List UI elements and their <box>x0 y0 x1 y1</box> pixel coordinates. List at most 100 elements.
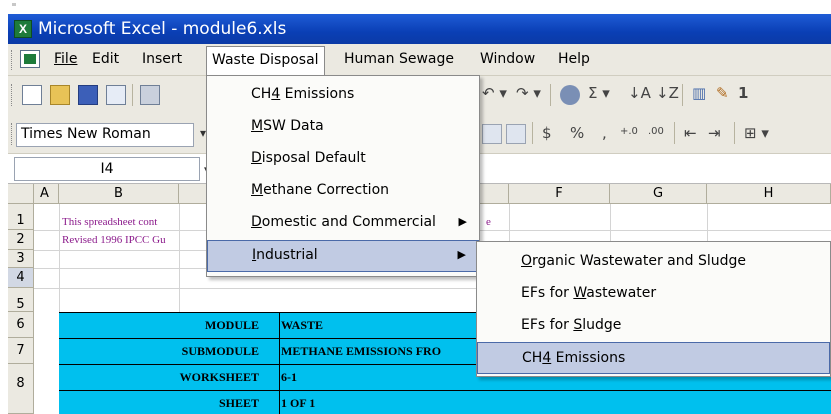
row-header-6[interactable]: 6 <box>8 312 34 338</box>
menu-item-domestic-commercial[interactable]: Domestic and Commercial ▶ <box>207 208 479 240</box>
menu-item-methane-correction[interactable]: Methane Correction <box>207 176 479 208</box>
menu-item-ch4-emissions[interactable]: CH4 Emissions <box>207 80 479 112</box>
increase-decimal-icon[interactable]: +.0 <box>620 126 638 137</box>
excel-app-icon[interactable]: X <box>14 20 32 38</box>
column-header-f[interactable]: F <box>509 184 610 204</box>
menu-file-label: File <box>54 51 78 67</box>
submenu-item-ch4-emissions[interactable]: CH4 Emissions <box>477 342 830 374</box>
autosum-icon[interactable]: Σ ▾ <box>588 84 610 102</box>
row-header-5[interactable]: 5 <box>8 288 34 312</box>
decrease-decimal-icon[interactable]: .00 <box>648 126 664 137</box>
percent-icon[interactable]: % <box>570 124 584 142</box>
menu-insert[interactable]: Insert <box>142 51 182 67</box>
submenu-item-efs-sludge-post: ludge <box>582 317 622 333</box>
redo-icon[interactable]: ↷ ▾ <box>516 84 541 102</box>
submenu-item-organic-wastewater-sludge[interactable]: Organic Wastewater and Sludge <box>477 246 830 278</box>
row-header-2[interactable]: 2 <box>8 230 34 250</box>
workbook-icon[interactable] <box>20 50 40 68</box>
name-box[interactable]: I4 <box>14 157 200 181</box>
column-header-b[interactable]: B <box>59 184 179 204</box>
cell-b1-overflow-text: e <box>486 216 491 228</box>
permission-icon[interactable] <box>106 85 126 105</box>
toolbar-grip-handle[interactable] <box>11 84 14 106</box>
submenu-item-efs-wastewater[interactable]: EFs for Wastewater <box>477 278 830 310</box>
sort-ascending-icon[interactable]: ↓A <box>628 84 651 102</box>
menu-edit[interactable]: Edit <box>92 51 119 67</box>
menu-item-industrial-post: ndustrial <box>256 247 318 263</box>
formatting-grip-handle[interactable] <box>11 123 14 145</box>
menu-item-ch4-emissions-key: 4 <box>271 86 281 102</box>
menu-waste-disposal-label: Waste Disposal <box>212 52 319 68</box>
menu-item-domestic-commercial-post: omestic and Commercial <box>261 214 436 230</box>
menu-item-disposal-default-post: isposal Default <box>261 150 366 166</box>
submenu-item-efs-sludge[interactable]: EFs for Sludge <box>477 310 830 342</box>
toolbar-separator <box>550 84 551 106</box>
menu-window[interactable]: Window <box>480 51 535 67</box>
worksheet-value[interactable]: 6-1 <box>281 370 297 385</box>
sort-descending-icon[interactable]: ↓Z <box>656 84 679 102</box>
menu-edit-label: Edit <box>92 51 120 67</box>
menu-waste-disposal[interactable]: Waste Disposal <box>206 46 325 76</box>
menu-item-methane-correction-key: M <box>251 182 264 198</box>
menu-item-ch4-emissions-post: Emissions <box>280 86 355 102</box>
module-value[interactable]: WASTE <box>281 318 323 333</box>
submenu-item-ch4-post: Emissions <box>551 350 626 366</box>
submodule-value[interactable]: METHANE EMISSIONS FRO <box>281 344 441 359</box>
font-name-select[interactable]: Times New Roman <box>16 123 194 147</box>
toolbar-separator <box>734 122 735 144</box>
open-folder-icon[interactable] <box>50 85 70 105</box>
menu-grip-handle[interactable] <box>11 50 14 70</box>
drawing-icon[interactable]: ✎ <box>716 84 729 102</box>
borders-icon[interactable]: ⊞ ▾ <box>744 124 769 142</box>
print-icon[interactable] <box>140 85 160 105</box>
window-edge-mark <box>12 3 16 6</box>
menu-item-msw-data[interactable]: MSW Data <box>207 112 479 144</box>
menu-insert-label: Insert <box>142 51 183 67</box>
submenu-item-efs-sludge-pre: EFs for <box>521 317 574 333</box>
increase-indent-icon[interactable]: ⇥ <box>708 124 721 142</box>
border-line <box>59 390 831 391</box>
row-header-1[interactable]: 1 <box>8 204 34 230</box>
currency-icon[interactable]: $ <box>542 124 552 142</box>
merge-center-icon[interactable] <box>506 124 526 144</box>
submenu-item-ch4-key: 4 <box>542 350 552 366</box>
select-all-corner[interactable] <box>8 184 34 204</box>
column-header-h[interactable]: H <box>707 184 831 204</box>
menu-file[interactable]: File <box>54 51 77 67</box>
border-line <box>279 312 280 414</box>
menu-human-sewage[interactable]: Human Sewage <box>344 51 454 67</box>
column-header-g[interactable]: G <box>610 184 707 204</box>
chart-wizard-icon[interactable]: ▥ <box>692 84 706 102</box>
submenu-item-organic-key: O <box>521 253 533 269</box>
title-bar[interactable]: X Microsoft Excel - module6.xls <box>8 14 831 44</box>
submenu-item-efs-sludge-key: S <box>573 317 583 333</box>
menu-help[interactable]: Help <box>558 51 590 67</box>
module-label[interactable]: MODULE <box>205 318 259 333</box>
decrease-indent-icon[interactable]: ⇤ <box>684 124 697 142</box>
sheet-value[interactable]: 1 OF 1 <box>281 396 315 411</box>
comma-style-icon[interactable]: , <box>602 124 607 142</box>
submenu-item-efs-wastewater-pre: EFs for <box>521 285 574 301</box>
cell-b1-text[interactable]: This spreadsheet cont <box>62 216 157 228</box>
submodule-label[interactable]: SUBMODULE <box>182 344 259 359</box>
align-right-icon[interactable] <box>482 124 502 144</box>
row-header-4[interactable]: 4 <box>8 268 34 288</box>
menu-item-industrial[interactable]: Industrial ▶ <box>207 240 479 272</box>
row-header-7[interactable]: 7 <box>8 338 34 364</box>
save-icon[interactable] <box>78 85 98 105</box>
column-header-a[interactable]: A <box>34 184 59 204</box>
industrial-submenu: Organic Wastewater and Sludge EFs for Wa… <box>476 241 831 377</box>
menu-item-disposal-default-key: D <box>251 150 262 166</box>
row-header-3[interactable]: 3 <box>8 250 34 268</box>
worksheet-label[interactable]: WORKSHEET <box>180 370 259 385</box>
undo-icon[interactable]: ↶ ▾ <box>482 84 507 102</box>
sheet-label[interactable]: SHEET <box>219 396 259 411</box>
menu-item-disposal-default[interactable]: Disposal Default <box>207 144 479 176</box>
new-file-icon[interactable] <box>22 85 42 105</box>
hyperlink-icon[interactable] <box>560 85 580 105</box>
zoom-value[interactable]: 1 <box>738 84 748 102</box>
window-title: Microsoft Excel - module6.xls <box>38 19 287 39</box>
row-header-8[interactable]: 8 <box>8 364 34 414</box>
menu-window-label: Window <box>480 51 536 67</box>
cell-b2-text[interactable]: Revised 1996 IPCC Gu <box>62 234 166 246</box>
